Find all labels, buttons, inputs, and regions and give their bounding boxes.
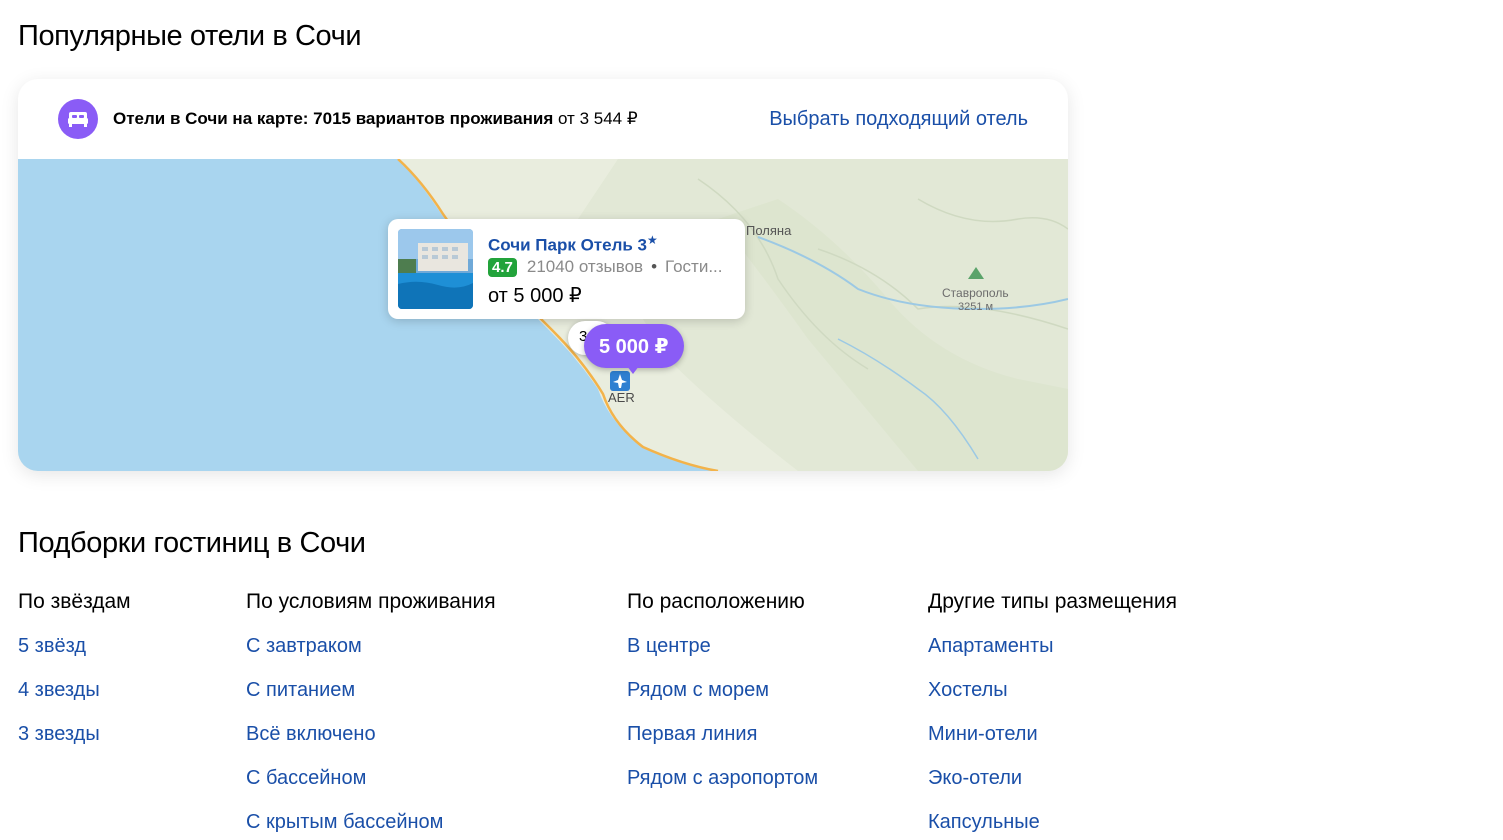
- collection-column-title: По расположению: [627, 590, 805, 613]
- rating-badge: 4.7: [488, 257, 517, 277]
- hotel-meta: 4.7 21040 отзывов • Гости...: [488, 257, 736, 277]
- hotels-count-text: Отели в Сочи на карте: 7015 вариантов пр…: [113, 109, 554, 128]
- collection-link[interactable]: Первая линия: [627, 722, 818, 766]
- collection-link[interactable]: Апартаменты: [928, 634, 1177, 678]
- collection-link[interactable]: С бассейном: [246, 766, 496, 810]
- star-icon: ★: [647, 233, 658, 247]
- hotels-map-card[interactable]: Отели в Сочи на карте: 7015 вариантов пр…: [18, 79, 1068, 471]
- collection-link[interactable]: Рядом с морем: [627, 678, 818, 722]
- collection-link[interactable]: 5 звёзд: [18, 634, 131, 678]
- hotel-type: Гости...: [665, 257, 723, 276]
- page-title-popular-hotels: Популярные отели в Сочи: [18, 20, 362, 52]
- reviews-count: 21040 отзывов: [526, 257, 644, 276]
- hotel-popup-card[interactable]: Сочи Парк Отель 3★ 4.7 21040 отзывов • Г…: [388, 219, 745, 319]
- hotels-summary: Отели в Сочи на карте: 7015 вариантов пр…: [113, 109, 638, 129]
- collection-link[interactable]: Эко-отели: [928, 766, 1177, 810]
- collection-link[interactable]: Хостелы: [928, 678, 1177, 722]
- collection-link[interactable]: С крытым бассейном: [246, 810, 496, 840]
- collection-column-location: По расположению В центре Рядом с морем П…: [627, 590, 818, 810]
- map-label-stavropol-height: 3251 м: [958, 301, 993, 313]
- hotel-photo: [398, 229, 473, 309]
- page-title-collections: Подборки гостиниц в Сочи: [18, 527, 366, 559]
- map-card-header: Отели в Сочи на карте: 7015 вариантов пр…: [18, 79, 1068, 159]
- map-price-pin[interactable]: 5 000 ₽: [584, 324, 684, 368]
- hotels-min-price: от 3 544 ₽: [553, 109, 638, 128]
- choose-hotel-link[interactable]: Выбрать подходящий отель: [769, 108, 1028, 131]
- map-label-stavropol: Ставрополь: [942, 286, 1009, 300]
- map-label-airport: AER: [608, 390, 635, 405]
- collection-column-title: Другие типы размещения: [928, 590, 1178, 613]
- collection-link[interactable]: Всё включено: [246, 722, 496, 766]
- hotel-price: от 5 000 ₽: [488, 285, 582, 307]
- collection-link[interactable]: Рядом с аэропортом: [627, 766, 818, 810]
- map-label-polyana: Поляна: [746, 223, 792, 238]
- collection-link[interactable]: Мини-отели: [928, 722, 1177, 766]
- map-price-pin-tail: [627, 366, 639, 374]
- collection-column-title: По условиям проживания: [246, 590, 496, 613]
- collection-column-stars: По звёздам 5 звёзд 4 звезды 3 звезды: [18, 590, 131, 766]
- collection-link[interactable]: С завтраком: [246, 634, 496, 678]
- collection-link[interactable]: 3 звезды: [18, 722, 131, 766]
- hotel-name-link[interactable]: Сочи Парк Отель 3★: [488, 233, 658, 256]
- bed-icon: [58, 99, 98, 139]
- collection-column-other-types: Другие типы размещения Апартаменты Хосте…: [928, 590, 1177, 840]
- hotel-name: Сочи Парк Отель 3: [488, 235, 648, 255]
- collection-link[interactable]: Капсульные: [928, 810, 1177, 840]
- collection-column-conditions: По условиям проживания С завтраком С пит…: [246, 590, 496, 840]
- collection-link[interactable]: 4 звезды: [18, 678, 131, 722]
- collection-link[interactable]: В центре: [627, 634, 818, 678]
- separator-dot: •: [651, 257, 658, 276]
- collection-link[interactable]: С питанием: [246, 678, 496, 722]
- collection-column-title: По звёздам: [18, 590, 131, 613]
